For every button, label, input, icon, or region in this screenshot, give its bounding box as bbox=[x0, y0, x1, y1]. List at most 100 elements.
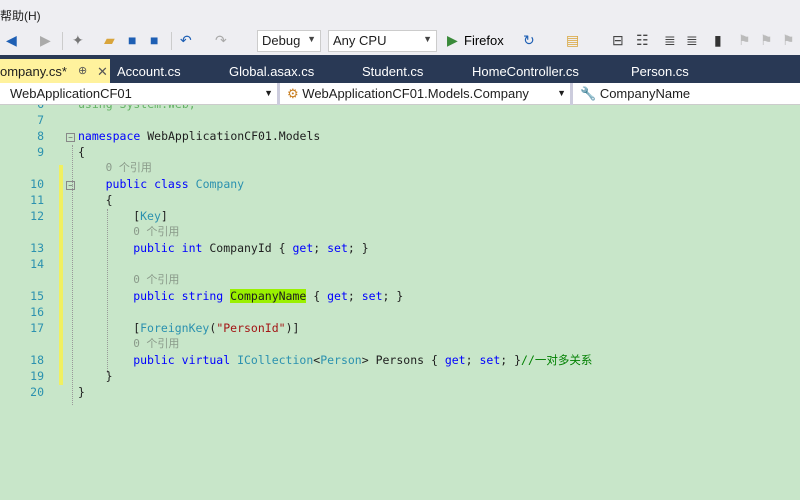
reference-count-link[interactable]: 0 个引用 bbox=[133, 272, 179, 288]
code-token: public bbox=[105, 177, 148, 191]
line-number: 9 bbox=[37, 145, 44, 159]
toolbar: ◀ ▶ ✦ ▰ ■ ■ ↶ ↷ Debug ▼ Any CPU ▼ ▶ Firefo… bbox=[0, 28, 800, 55]
member-value: CompanyName bbox=[599, 86, 691, 101]
tab-student[interactable]: Student.cs bbox=[362, 59, 423, 83]
code-token: "PersonId" bbox=[216, 321, 286, 335]
member-dropdown[interactable]: 🔧 CompanyName bbox=[576, 83, 800, 105]
play-icon[interactable]: ▶ bbox=[447, 32, 458, 49]
line-number: 14 bbox=[30, 257, 44, 271]
line-number: 10 bbox=[30, 177, 44, 191]
line-number: 17 bbox=[30, 321, 44, 335]
indent-guide bbox=[72, 145, 73, 405]
code-token: set bbox=[361, 289, 383, 303]
fold-toggle-class[interactable]: − bbox=[66, 181, 75, 190]
clear-bookmarks-icon[interactable]: ⚑ bbox=[782, 32, 795, 49]
code-token: { bbox=[78, 145, 85, 159]
code-text: [Key] bbox=[133, 208, 168, 224]
code-line: 6 using System.Web; bbox=[0, 105, 800, 112]
code-token: Key bbox=[140, 209, 161, 223]
uncomment-icon[interactable]: ≣ bbox=[686, 32, 698, 49]
code-token: WebApplicationCF01.Models bbox=[140, 129, 321, 143]
changed-lines-indicator bbox=[59, 165, 63, 385]
outdent-icon[interactable]: ☷ bbox=[636, 32, 649, 49]
project-dropdown[interactable]: WebApplicationCF01 ▼ bbox=[0, 83, 280, 105]
run-button[interactable]: Firefox bbox=[464, 33, 504, 48]
fold-toggle-namespace[interactable]: − bbox=[66, 133, 75, 142]
tab-company[interactable]: ompany.cs* ⊕ ✕ bbox=[0, 59, 110, 83]
save-icon[interactable]: ■ bbox=[128, 32, 136, 48]
prev-bookmark-icon[interactable]: ⚑ bbox=[738, 32, 751, 49]
close-icon[interactable]: ✕ bbox=[97, 64, 108, 80]
next-bookmark-icon[interactable]: ⚑ bbox=[760, 32, 773, 49]
code-line: 15 public string CompanyName { get; set; … bbox=[0, 288, 800, 304]
code-token: class bbox=[154, 177, 189, 191]
platform-dropdown[interactable]: Any CPU ▼ bbox=[328, 30, 437, 52]
tab-homecontroller[interactable]: HomeController.cs bbox=[472, 59, 579, 83]
chevron-down-icon: ▼ bbox=[307, 34, 316, 44]
code-token: virtual bbox=[181, 353, 231, 367]
undo-icon[interactable]: ↶ bbox=[180, 32, 192, 49]
pin-icon[interactable]: ⊕ bbox=[78, 64, 87, 77]
code-token: //一对多关系 bbox=[521, 353, 593, 367]
indent-icon[interactable]: ⊟ bbox=[612, 32, 624, 49]
code-editor[interactable]: 6 using System.Web; 7 8 namespace WebApplica… bbox=[0, 105, 800, 500]
code-token: Person bbox=[320, 353, 362, 367]
code-token: ICollection bbox=[237, 353, 314, 367]
chevron-down-icon: ▼ bbox=[423, 34, 432, 44]
code-token: namespace bbox=[78, 129, 141, 143]
line-number: 18 bbox=[30, 353, 44, 367]
open-file-icon[interactable]: ▰ bbox=[104, 32, 115, 49]
reference-count-link[interactable]: 0 个引用 bbox=[133, 336, 179, 352]
line-number: 7 bbox=[37, 113, 44, 127]
class-icon: ⚙ bbox=[287, 86, 299, 101]
forward-icon[interactable]: ▶ bbox=[40, 32, 51, 49]
code-token: get bbox=[292, 241, 314, 255]
code-line: 16 bbox=[0, 304, 800, 320]
code-token: } bbox=[78, 385, 85, 399]
code-text: public class Company bbox=[106, 176, 245, 192]
code-token: get bbox=[327, 289, 348, 303]
code-token: ; } bbox=[500, 353, 522, 367]
tab-person[interactable]: Person.cs bbox=[631, 59, 689, 83]
config-dropdown[interactable]: Debug ▼ bbox=[257, 30, 321, 52]
back-icon[interactable]: ◀ bbox=[6, 32, 17, 49]
navigation-bar: WebApplicationCF01 ▼ ⚙ WebApplicationCF01… bbox=[0, 83, 800, 105]
code-text: public virtual ICollection<Person> Perso… bbox=[133, 352, 592, 368]
type-dropdown[interactable]: ⚙ WebApplicationCF01.Models.Company ▼ bbox=[283, 83, 573, 105]
code-token: string bbox=[181, 289, 224, 303]
find-icon[interactable]: ▤ bbox=[566, 32, 579, 49]
code-text: using System.Web; bbox=[78, 105, 196, 112]
menu-bar: 帮助(H) bbox=[0, 0, 800, 28]
code-token: ; bbox=[465, 353, 480, 367]
codelens-row: 0 个引用 bbox=[0, 224, 800, 240]
reference-count-link[interactable]: 0 个引用 bbox=[133, 224, 179, 240]
chevron-down-icon: ▼ bbox=[557, 88, 566, 98]
tab-global[interactable]: Global.asax.cs bbox=[229, 59, 314, 83]
code-line: 17 [ForeignKey("PersonId")] bbox=[0, 320, 800, 336]
chevron-down-icon: ▼ bbox=[264, 88, 273, 98]
reference-count-link[interactable]: 0 个引用 bbox=[106, 160, 152, 176]
redo-icon[interactable]: ↷ bbox=[215, 32, 227, 49]
code-token: ] bbox=[160, 209, 168, 223]
code-line: 11 { bbox=[0, 192, 800, 208]
line-number: 20 bbox=[30, 385, 44, 399]
comment-icon[interactable]: ≣ bbox=[664, 32, 676, 49]
menu-help[interactable]: 帮助(H) bbox=[0, 7, 41, 24]
line-number: 12 bbox=[30, 209, 44, 223]
codelens-row: 0 个引用 bbox=[0, 160, 800, 176]
save-all-icon[interactable]: ■ bbox=[150, 32, 158, 48]
code-line: 12 [Key] bbox=[0, 208, 800, 224]
code-text: } bbox=[78, 384, 85, 400]
tab-account[interactable]: Account.cs bbox=[117, 59, 181, 83]
refresh-icon[interactable]: ↻ bbox=[523, 32, 535, 49]
indent-guide bbox=[107, 209, 108, 373]
code-token: ForeignKey bbox=[140, 321, 210, 335]
line-number: 16 bbox=[30, 305, 44, 319]
new-project-icon[interactable]: ✦ bbox=[72, 32, 84, 49]
bookmark-icon[interactable]: ▮ bbox=[714, 32, 722, 49]
separator bbox=[62, 32, 63, 50]
code-token: public bbox=[133, 241, 175, 255]
code-token: CompanyId { bbox=[202, 241, 293, 255]
